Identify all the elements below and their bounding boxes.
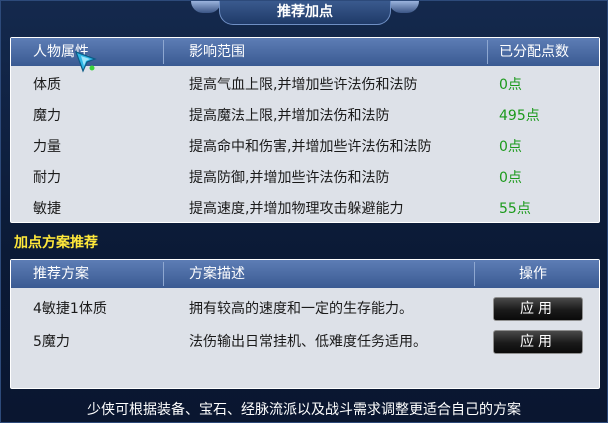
attribute-name: 耐力 <box>33 170 61 186</box>
plan-description: 法伤输出日常挂机、低难度任务适用。 <box>189 334 427 350</box>
header-divider <box>163 40 164 64</box>
header-divider <box>474 262 475 286</box>
plan-table-header: 推荐方案 方案描述 操作 <box>11 260 599 288</box>
attribute-effect: 提高命中和伤害,并增加些许法伤和法防 <box>189 139 432 155</box>
attribute-effect: 提高防御,并增加些许法伤和法防 <box>189 170 390 186</box>
attribute-table-header: 人物属性 影响范围 已分配点数 <box>11 38 599 66</box>
header-action: 操作 <box>519 266 547 282</box>
attribute-name: 力量 <box>33 139 61 155</box>
attribute-row-endurance: 耐力 提高防御,并增加些许法伤和法防 0点 <box>11 163 599 194</box>
attribute-points: 0点 <box>499 77 522 93</box>
attribute-row-constitution: 体质 提高气血上限,并增加些许法伤和法防 0点 <box>11 70 599 101</box>
plan-section-label: 加点方案推荐 <box>14 235 98 251</box>
attribute-row-magic: 魔力 提高魔法上限,并增加法伤和法防 495点 <box>11 101 599 132</box>
window-title: 推荐加点 <box>219 1 391 25</box>
header-plan: 推荐方案 <box>33 266 89 282</box>
footer-hint: 少侠可根据装备、宝石、经脉流派以及战斗需求调整更适合自己的方案 <box>87 402 521 418</box>
wand-cursor-icon <box>74 50 97 73</box>
attribute-effect: 提高速度,并增加物理攻击躲避能力 <box>189 201 404 217</box>
plan-name: 5魔力 <box>33 334 70 350</box>
attribute-points: 495点 <box>499 108 540 124</box>
attribute-effect: 提高魔法上限,并增加法伤和法防 <box>189 108 390 124</box>
apply-plan-button[interactable]: 应用 <box>493 297 583 321</box>
apply-plan-button[interactable]: 应用 <box>493 330 583 354</box>
header-divider <box>487 40 488 64</box>
plan-description: 拥有较高的速度和一定的生存能力。 <box>189 301 413 317</box>
title-ornament-left <box>191 1 221 13</box>
recommend-points-window: 推荐加点 人物属性 影响范围 已分配点数 体质 提高气血上限,并增加些许法伤和法… <box>0 0 608 423</box>
attribute-row-agility: 敏捷 提高速度,并增加物理攻击躲避能力 55点 <box>11 194 599 225</box>
attribute-points: 0点 <box>499 139 522 155</box>
attribute-points: 0点 <box>499 170 522 186</box>
title-ornament-right <box>389 1 419 13</box>
attribute-row-strength: 力量 提高命中和伤害,并增加些许法伤和法防 0点 <box>11 132 599 163</box>
attribute-name: 魔力 <box>33 108 61 124</box>
plan-table: 推荐方案 方案描述 操作 4敏捷1体质 拥有较高的速度和一定的生存能力。 应用 … <box>10 259 600 389</box>
header-points: 已分配点数 <box>499 44 569 60</box>
attribute-effect: 提高气血上限,并增加些许法伤和法防 <box>189 77 418 93</box>
attribute-name: 体质 <box>33 77 61 93</box>
plan-name: 4敏捷1体质 <box>33 301 107 317</box>
header-description: 方案描述 <box>189 266 245 282</box>
attribute-points: 55点 <box>499 201 531 217</box>
header-divider <box>163 262 164 286</box>
attribute-name: 敏捷 <box>33 201 61 217</box>
header-effect: 影响范围 <box>189 44 245 60</box>
